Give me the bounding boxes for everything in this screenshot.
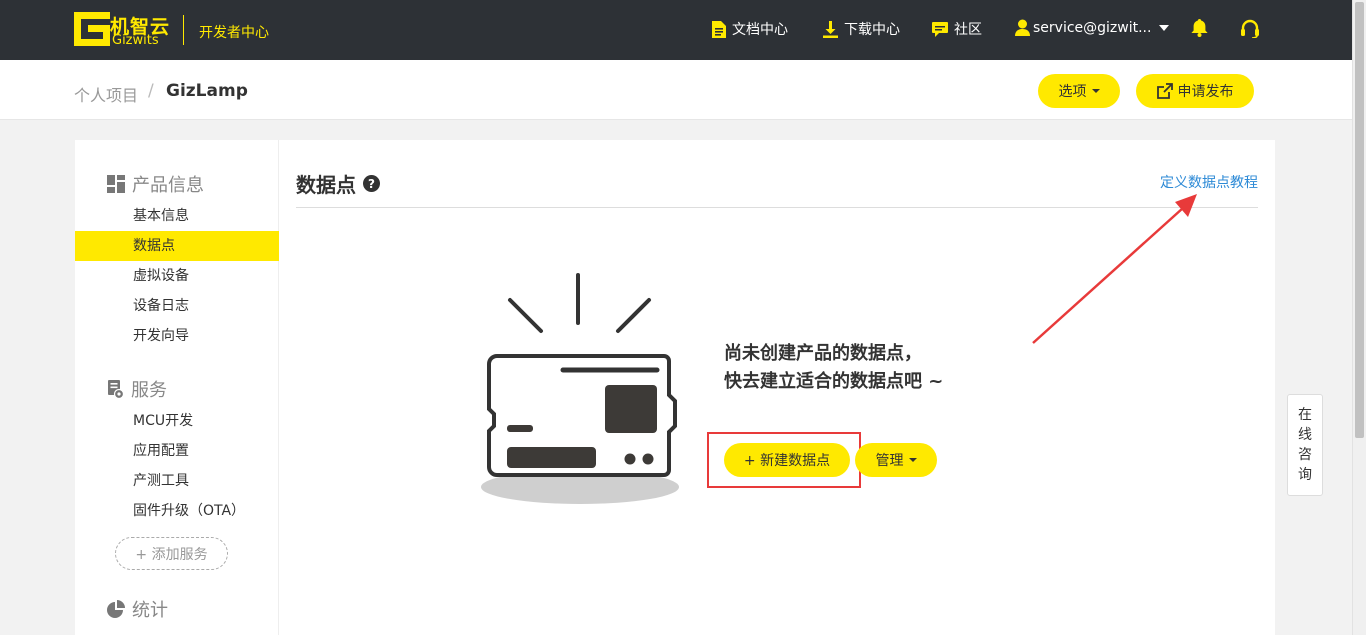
chat-icon xyxy=(932,21,948,37)
user-email: service@gizwit... xyxy=(1033,19,1152,36)
sidebar-item-device-log[interactable]: 设备日志 xyxy=(75,291,279,321)
new-datapoint-button[interactable]: + 新建数据点 xyxy=(724,443,850,477)
sidebar-section-stats: 统计 xyxy=(107,596,168,622)
publish-label: 申请发布 xyxy=(1177,84,1234,100)
breadcrumb-root[interactable]: 个人项目 xyxy=(74,82,138,106)
empty-state-message: 尚未创建产品的数据点， 快去建立适合的数据点吧 ~ xyxy=(724,340,943,396)
publish-button[interactable]: 申请发布 xyxy=(1136,74,1254,108)
consult-char: 线 xyxy=(1298,427,1312,443)
service-icon xyxy=(107,379,124,399)
gizwits-logo-icon[interactable] xyxy=(74,12,110,46)
page-header: 个人项目 / GizLamp 选项 申请发布 xyxy=(0,60,1352,120)
add-service-button[interactable]: + 添加服务 xyxy=(115,537,228,570)
external-link-icon xyxy=(1156,83,1173,99)
sidebar-item-mcu-dev[interactable]: MCU开发 xyxy=(75,406,279,436)
options-dropdown-button[interactable]: 选项 xyxy=(1038,74,1120,108)
support-button[interactable] xyxy=(1240,19,1260,38)
caret-down-icon xyxy=(1091,89,1100,93)
breadcrumb-separator: / xyxy=(148,81,154,101)
breadcrumb-current: GizLamp xyxy=(166,81,248,101)
user-icon xyxy=(1015,19,1030,36)
grid-icon xyxy=(107,175,125,193)
options-label: 选项 xyxy=(1058,84,1087,100)
sidebar-section-services: 服务 xyxy=(107,376,167,402)
nav-docs-label: 文档中心 xyxy=(732,22,788,38)
consult-char: 询 xyxy=(1298,467,1312,483)
nav-community[interactable]: 社区 xyxy=(932,19,982,39)
question-icon[interactable]: ? xyxy=(363,175,380,192)
sidebar-section-title: 服务 xyxy=(131,380,167,401)
sidebar-item-ota[interactable]: 固件升级（OTA） xyxy=(75,496,279,526)
pie-icon xyxy=(107,600,125,618)
user-menu[interactable]: service@gizwit... xyxy=(1015,19,1170,36)
annotation-arrow xyxy=(1032,194,1197,344)
notifications-button[interactable] xyxy=(1191,19,1208,37)
sidebar-section-product-info: 产品信息 xyxy=(107,171,204,197)
manage-dropdown-button[interactable]: 管理 xyxy=(855,443,937,477)
empty-state-line-2: 快去建立适合的数据点吧 ~ xyxy=(724,371,944,392)
online-consult-button[interactable]: 在 线 咨 询 xyxy=(1287,394,1323,496)
doc-icon xyxy=(712,20,726,38)
nav-download-label: 下载中心 xyxy=(844,22,900,38)
bell-icon xyxy=(1191,19,1208,37)
nav-download[interactable]: 下载中心 xyxy=(823,19,900,39)
sidebar: 产品信息 基本信息 数据点 虚拟设备 设备日志 开发向导 服务 MCU开发 应用… xyxy=(75,140,279,635)
top-nav: 机智云 Gizwits 开发者中心 文档中心 下载中心 社区 service@g… xyxy=(0,0,1352,60)
consult-char: 咨 xyxy=(1298,447,1312,463)
sidebar-item-app-config[interactable]: 应用配置 xyxy=(75,436,279,466)
consult-char: 在 xyxy=(1298,407,1312,423)
dev-center-label[interactable]: 开发者中心 xyxy=(199,22,269,42)
sidebar-item-virtual-device[interactable]: 虚拟设备 xyxy=(75,261,279,291)
page-title-text: 数据点 xyxy=(296,173,356,197)
nav-docs[interactable]: 文档中心 xyxy=(712,19,788,39)
page-scrollbar[interactable] xyxy=(1352,0,1366,635)
sidebar-section-title: 产品信息 xyxy=(132,175,204,196)
empty-device-illustration xyxy=(481,273,679,504)
logo-text-en: Gizwits xyxy=(112,33,159,48)
sidebar-section-title: 统计 xyxy=(132,600,168,621)
logo-divider xyxy=(183,15,184,45)
download-icon xyxy=(823,20,838,38)
scrollbar-thumb[interactable] xyxy=(1355,2,1364,438)
page-title: 数据点 ? xyxy=(296,169,380,198)
sidebar-item-datapoints[interactable]: 数据点 xyxy=(75,231,279,261)
manage-label: 管理 xyxy=(875,453,904,469)
headset-icon xyxy=(1240,19,1260,38)
empty-state-line-1: 尚未创建产品的数据点， xyxy=(724,343,922,364)
nav-community-label: 社区 xyxy=(954,22,982,38)
sidebar-item-test-tools[interactable]: 产测工具 xyxy=(75,466,279,496)
caret-down-icon xyxy=(908,458,917,462)
chevron-down-icon xyxy=(1159,24,1170,31)
sidebar-item-basic-info[interactable]: 基本信息 xyxy=(75,201,279,231)
sidebar-item-dev-guide[interactable]: 开发向导 xyxy=(75,321,279,351)
